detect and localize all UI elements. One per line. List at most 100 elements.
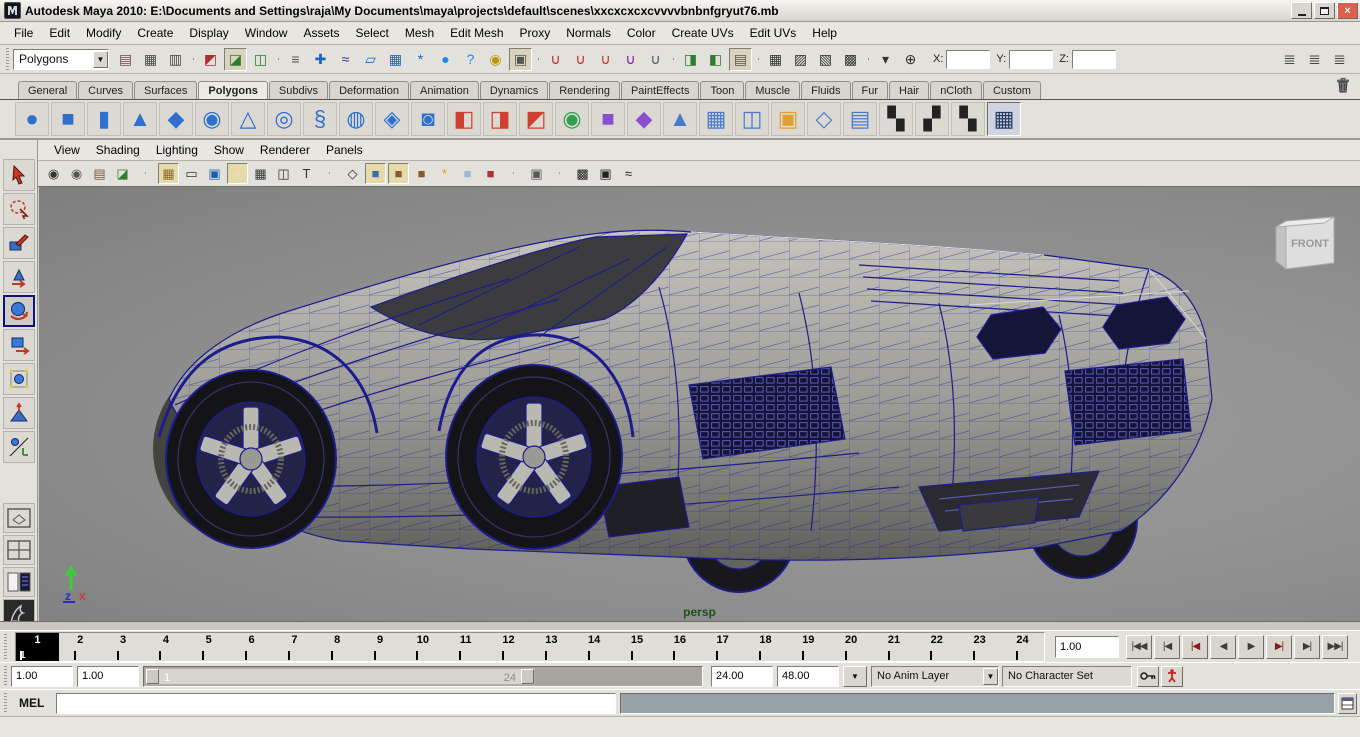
range-start-handle[interactable]	[146, 669, 159, 684]
xray-mode-icon[interactable]: ▩	[572, 163, 593, 184]
universal-manipulator-tool[interactable]	[3, 363, 35, 395]
frame-cell[interactable]: 23	[958, 633, 1001, 661]
isolate-select-icon[interactable]: ▣	[526, 163, 547, 184]
go-to-start-button[interactable]: |◀◀	[1126, 635, 1152, 659]
select-tool[interactable]	[3, 159, 35, 191]
panel-menu-item-lighting[interactable]: Lighting	[148, 141, 206, 159]
smooth-icon[interactable]: ■	[591, 102, 625, 136]
output-connections-icon[interactable]: ◧	[704, 48, 727, 71]
snap-to-view-icon[interactable]: ∪	[644, 48, 667, 71]
snap-to-grid-icon[interactable]: ∪	[544, 48, 567, 71]
anim-layer-dropdown[interactable]: No Anim Layer ▼	[871, 666, 999, 687]
menu-item-assets[interactable]: Assets	[295, 23, 347, 43]
frame-cell[interactable]: 12	[487, 633, 530, 661]
gate-mask-icon[interactable]: ●	[227, 163, 248, 184]
shelf-tab[interactable]: PaintEffects	[621, 81, 700, 99]
x-input[interactable]	[946, 50, 990, 69]
frame-cell[interactable]: 10	[401, 633, 444, 661]
panel-menu-item-view[interactable]: View	[46, 141, 88, 159]
frame-cell[interactable]: 20	[830, 633, 873, 661]
show-tool-settings-icon[interactable]: ≣	[1303, 48, 1326, 71]
frame-cell[interactable]: 22	[915, 633, 958, 661]
shelf-tab[interactable]: Toon	[700, 81, 744, 99]
panel-menu-item-panels[interactable]: Panels	[318, 141, 371, 159]
extract-icon[interactable]: ◩	[519, 102, 553, 136]
step-forward-frame-button[interactable]: ▶|	[1294, 635, 1320, 659]
frame-strip[interactable]: 1 1 2 3 4 5 6	[15, 632, 1045, 662]
shelf-tab[interactable]: Animation	[410, 81, 479, 99]
panel-menu-item-shading[interactable]: Shading	[88, 141, 148, 159]
camera-bookmark-icon[interactable]: ▤	[89, 163, 110, 184]
auto-keyframe-toggle-icon[interactable]	[1161, 666, 1183, 687]
show-channel-box-icon[interactable]: ≣	[1328, 48, 1351, 71]
menu-item-edit-uvs[interactable]: Edit UVs	[742, 23, 805, 43]
use-all-lights-icon[interactable]: *	[434, 163, 455, 184]
select-component-icon[interactable]: ◫	[249, 48, 272, 71]
go-to-end-button[interactable]: ▶▶|	[1322, 635, 1348, 659]
shelf-tab[interactable]: Polygons	[198, 81, 268, 100]
poly-cylinder-icon[interactable]: ▮	[87, 102, 121, 136]
quadrangulate-icon[interactable]: ▦	[699, 102, 733, 136]
uv-grid-icon[interactable]: ▦	[987, 102, 1021, 136]
combined-mask-icon[interactable]: ≡	[284, 48, 307, 71]
menu-item-edit-mesh[interactable]: Edit Mesh	[442, 23, 511, 43]
frame-cell[interactable]: 1 1	[16, 633, 59, 661]
shelf-tab[interactable]: Fur	[852, 81, 889, 99]
select-object-icon[interactable]: ◪	[224, 48, 247, 71]
frame-cell[interactable]: 24	[1001, 633, 1044, 661]
film-gate-icon[interactable]: ▭	[181, 163, 202, 184]
mel-command-input[interactable]	[56, 693, 616, 714]
joints-behind-icon[interactable]: ≈	[618, 163, 639, 184]
shelf-tab[interactable]: Curves	[78, 81, 133, 99]
snap-to-point-icon[interactable]: ∪	[594, 48, 617, 71]
snap-to-curve-icon[interactable]: ∪	[569, 48, 592, 71]
selection-mode-dropdown[interactable]: Polygons ▼	[13, 49, 109, 70]
move-tool[interactable]	[3, 261, 35, 293]
scale-tool[interactable]	[3, 329, 35, 361]
menu-item-display[interactable]: Display	[181, 23, 236, 43]
frame-cell[interactable]: 18	[744, 633, 787, 661]
current-time-field[interactable]	[1055, 636, 1119, 658]
frame-cell[interactable]: 19	[787, 633, 830, 661]
script-editor-icon[interactable]	[1338, 693, 1357, 714]
time-slider-drag-handle[interactable]	[2, 634, 9, 659]
sculpt-geometry-icon[interactable]: ◙	[411, 102, 445, 136]
menu-item-create-uvs[interactable]: Create UVs	[664, 23, 742, 43]
menu-item-proxy[interactable]: Proxy	[512, 23, 559, 43]
frame-cell[interactable]: 8	[316, 633, 359, 661]
mask-rendering-icon[interactable]: ●	[434, 48, 457, 71]
panel-menu-item-show[interactable]: Show	[206, 141, 252, 159]
poly-sphere-icon[interactable]: ●	[15, 102, 49, 136]
range-slider-drag-handle[interactable]	[2, 666, 9, 687]
frame-cell[interactable]: 5	[187, 633, 230, 661]
mask-deformations-icon[interactable]: ▦	[384, 48, 407, 71]
safe-action-icon[interactable]: ◫	[273, 163, 294, 184]
range-options-dropdown-icon[interactable]: ▼	[843, 666, 867, 687]
poly-plane-icon[interactable]: ◆	[159, 102, 193, 136]
poly-helix-icon[interactable]: §	[303, 102, 337, 136]
chevron-down-icon[interactable]: ▼	[93, 51, 108, 68]
menu-item-file[interactable]: File	[6, 23, 41, 43]
reduce-icon[interactable]: ◆	[627, 102, 661, 136]
frame-cell[interactable]: 13	[530, 633, 573, 661]
range-slider-track[interactable]: 1 24	[143, 666, 703, 687]
shelf-tab[interactable]: Fluids	[801, 81, 850, 99]
frame-cell[interactable]: 11	[444, 633, 487, 661]
bevel-icon[interactable]: ◇	[807, 102, 841, 136]
absolute-transform-icon[interactable]: ⊕	[899, 48, 922, 71]
pan-zoom-camera-icon[interactable]: ◉	[43, 163, 64, 184]
status-line-drag-handle[interactable]	[4, 48, 11, 70]
poly-prism-icon[interactable]: △	[231, 102, 265, 136]
textured-lights-icon[interactable]: ■	[411, 163, 432, 184]
panel-menu-item-renderer[interactable]: Renderer	[252, 141, 318, 159]
menu-item-select[interactable]: Select	[347, 23, 396, 43]
poly-soccer-ball-icon[interactable]: ◍	[339, 102, 373, 136]
command-line-mode-label[interactable]: MEL	[11, 696, 56, 710]
render-view-icon[interactable]: ▦	[764, 48, 787, 71]
shelf-tab[interactable]: nCloth	[930, 81, 982, 99]
image-plane-icon[interactable]: ◪	[112, 163, 133, 184]
frame-cell[interactable]: 4	[144, 633, 187, 661]
camera-attributes-icon[interactable]: ◉	[66, 163, 87, 184]
perspective-viewport[interactable]: FRONT z x persp	[38, 187, 1360, 621]
soft-modification-tool[interactable]	[3, 397, 35, 429]
